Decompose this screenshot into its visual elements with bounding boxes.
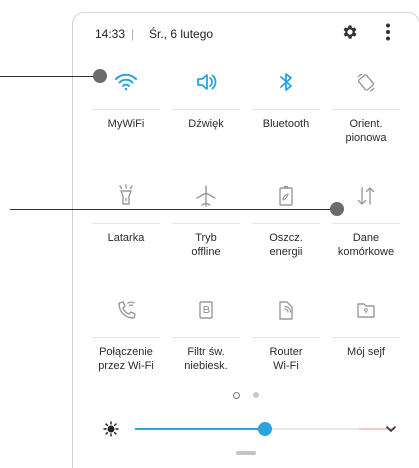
tile-label: Orient. pionowa [345, 118, 387, 144]
callout-line [0, 76, 98, 77]
tile-sound[interactable]: Dźwięk [166, 65, 246, 175]
page-indicator [233, 389, 273, 401]
tile-wifi-calling[interactable]: Połączenie przez Wi-Fi [86, 293, 166, 403]
brightness-slider-fill [135, 428, 265, 430]
flashlight-icon [119, 184, 133, 205]
tile-divider [172, 337, 240, 338]
drag-handle[interactable] [236, 451, 256, 455]
tile-blue-light-filter[interactable]: Filtr św. niebiesk. [166, 293, 246, 403]
tile-divider [92, 109, 160, 110]
brightness-icon [103, 421, 119, 437]
page-dot[interactable] [253, 392, 259, 398]
tile-rotation[interactable]: Orient. pionowa [326, 65, 406, 175]
status-header: 14:33 | Śr., 6 lutego [73, 13, 419, 53]
gear-icon[interactable] [341, 23, 359, 41]
rotation-icon [357, 73, 375, 92]
tile-label: MyWiFi [107, 118, 145, 130]
tile-label: Połączenie przez Wi-Fi [98, 346, 154, 372]
clock: 14:33 | [95, 27, 135, 41]
brightness-slider[interactable] [135, 422, 395, 436]
quick-settings-panel: 14:33 | Śr., 6 lutego MyWiFi Dźwięk Blue… [72, 12, 419, 468]
tile-label: Tryb offline [191, 232, 221, 258]
tile-divider [252, 109, 320, 110]
tile-label: Mój sejf [347, 346, 385, 358]
battery-saver-icon [279, 186, 293, 206]
wifi-calling-icon [118, 301, 136, 319]
tile-label: Oszcz. energii [269, 232, 303, 258]
separator: | [131, 27, 135, 41]
brightness-control [91, 415, 411, 445]
sound-icon [197, 74, 217, 90]
bluetooth-icon [280, 73, 292, 91]
tile-label: Latarka [107, 232, 145, 244]
tile-divider [252, 337, 320, 338]
tile-divider [172, 223, 240, 224]
tile-mobile-hotspot[interactable]: Router Wi-Fi [246, 293, 326, 403]
more-vertical-icon[interactable] [385, 23, 391, 41]
tile-divider [172, 109, 240, 110]
tile-power-saving[interactable]: Oszcz. energii [246, 179, 326, 289]
callout-marker [93, 69, 107, 83]
tile-divider [332, 109, 400, 110]
tile-divider [332, 223, 400, 224]
tile-divider [252, 223, 320, 224]
tile-mobile-data[interactable]: Dane komórkowe [326, 179, 406, 289]
page-dot-active[interactable] [233, 392, 240, 399]
tile-divider [332, 337, 400, 338]
airplane-icon [196, 185, 216, 207]
tile-label: Dane komórkowe [337, 232, 395, 258]
tile-label: Bluetooth [262, 118, 310, 130]
tile-label: Dźwięk [188, 118, 224, 130]
brightness-slider-thumb[interactable] [258, 422, 272, 436]
tile-label: Router Wi-Fi [269, 346, 303, 372]
tile-label: Filtr św. niebiesk. [184, 346, 228, 372]
tile-bluetooth[interactable]: Bluetooth [246, 65, 326, 175]
wifi-icon [115, 73, 137, 91]
blue-light-filter-icon [199, 301, 213, 319]
mobile-data-icon [357, 187, 375, 205]
hotspot-icon [279, 301, 293, 320]
tile-airplane-mode[interactable]: Tryb offline [166, 179, 246, 289]
tile-flashlight[interactable]: Latarka [86, 179, 166, 289]
chevron-down-icon[interactable] [385, 423, 397, 435]
callout-line [10, 209, 336, 210]
date-label[interactable]: Śr., 6 lutego [149, 27, 213, 41]
secure-folder-icon [357, 303, 375, 318]
tile-divider [92, 223, 160, 224]
tile-divider [92, 337, 160, 338]
callout-marker [330, 202, 344, 216]
tile-secure-folder[interactable]: Mój sejf [326, 293, 406, 403]
